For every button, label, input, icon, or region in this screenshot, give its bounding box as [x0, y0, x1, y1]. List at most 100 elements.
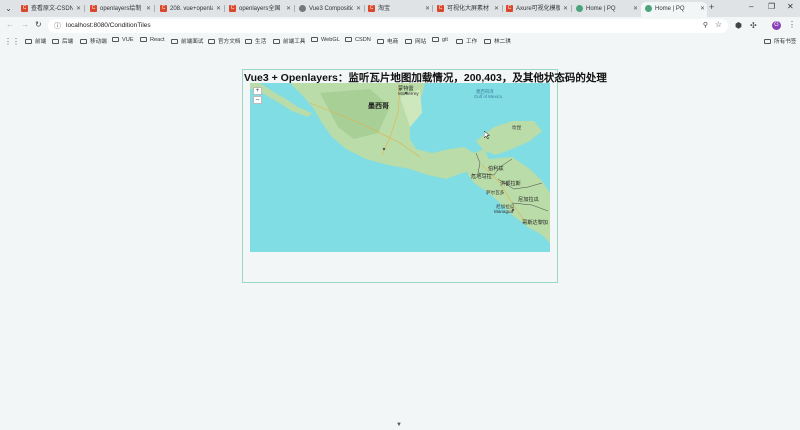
csdn-icon: C [21, 5, 28, 12]
bookmark-folder[interactable]: 林二琪 [484, 37, 511, 45]
bookmarks-bar: ⋮⋮ 前端 后端 移动端 VUE React 前端面试 官方文档 生活 前端工具… [0, 35, 800, 48]
bookmark-folder[interactable]: CSDN [345, 37, 371, 43]
csdn-icon: C [229, 5, 236, 12]
folder-icon [112, 37, 119, 42]
folder-icon [140, 37, 147, 42]
map-label-country: 危地马拉 [471, 174, 492, 180]
extension-pin-icon[interactable]: ⬢ [735, 21, 742, 30]
map-label-sea: Gulf of Mexico [474, 94, 503, 99]
minimize-icon[interactable]: – [749, 2, 753, 11]
scroll-down-arrow-icon[interactable]: ▼ [396, 422, 402, 428]
csdn-icon: C [506, 5, 513, 12]
folder-icon [345, 37, 352, 42]
tab-4[interactable]: C openlayers全国 ✕ [225, 2, 293, 17]
tab-search-icon[interactable]: ⌄ [3, 3, 14, 14]
tab-1[interactable]: C 查看原文-CSDN博客 ✕ [17, 2, 83, 17]
map-label-country: 哥斯达黎加 [522, 220, 548, 226]
csdn-icon: C [368, 5, 375, 12]
map-viewport[interactable]: 蒙特雷 Monterrey 墨西哥 墨西哥湾 Gulf of Mexico 坎昆… [250, 83, 550, 252]
close-icon[interactable]: ✕ [286, 3, 291, 16]
bookmark-folder[interactable]: git [432, 37, 448, 43]
folder-icon [764, 39, 771, 44]
folder-icon [80, 39, 87, 44]
bookmark-folder[interactable]: 移动端 [80, 37, 107, 45]
restore-icon[interactable]: ❐ [768, 2, 775, 11]
folder-icon [432, 37, 439, 42]
close-icon[interactable]: ✕ [494, 3, 499, 16]
globe-icon [299, 5, 306, 12]
bookmark-folder[interactable]: 后端 [52, 37, 73, 45]
folder-icon [273, 39, 280, 44]
close-icon[interactable]: ✕ [425, 3, 430, 16]
site-info-icon[interactable]: ⓘ [54, 21, 61, 31]
leaf-icon [645, 5, 652, 12]
map-label-city: Managua [494, 209, 514, 214]
all-bookmarks-folder[interactable]: 所有书签 [764, 37, 796, 45]
close-icon[interactable]: ✕ [356, 3, 361, 16]
bookmark-folder[interactable]: VUE [112, 37, 134, 43]
tab-8[interactable]: C Axure可视化模板 ✕ [502, 2, 570, 17]
close-icon[interactable]: ✕ [700, 3, 705, 16]
tab-3[interactable]: C 208. vue+openlayers ✕ [156, 2, 223, 17]
map-label: 坎昆 [512, 125, 522, 130]
tab-6[interactable]: C 淘宝 ✕ [364, 2, 432, 17]
bookmark-folder[interactable]: 电商 [377, 37, 398, 45]
folder-icon [245, 39, 252, 44]
mouse-cursor-icon [484, 131, 490, 139]
bookmark-folder[interactable]: WebGL [311, 37, 340, 43]
bookmark-folder[interactable]: 网站 [405, 37, 426, 45]
folder-icon [377, 39, 384, 44]
map-label-country: 墨西哥 [368, 103, 389, 110]
bookmark-folder[interactable]: 生活 [245, 37, 266, 45]
browser-tab-strip: ⌄ C 查看原文-CSDN博客 ✕ C openlayers绘制 ✕ C 208… [0, 0, 800, 17]
bookmark-folder[interactable]: 前端工具 [273, 37, 305, 45]
forward-icon[interactable]: → [21, 20, 29, 29]
tab-9[interactable]: Home | PQ ✕ [572, 2, 640, 17]
folder-icon [208, 39, 215, 44]
tab-2[interactable]: C openlayers绘制 ✕ [86, 2, 153, 17]
map-label-country: 尼加拉瓜 [518, 197, 539, 203]
map-label-country: 伯利兹 [488, 166, 504, 172]
folder-icon [171, 39, 178, 44]
csdn-icon: C [160, 5, 167, 12]
close-icon[interactable]: ✕ [216, 3, 221, 16]
extensions-icon[interactable]: ✣ [750, 21, 757, 30]
tab-5[interactable]: Vue3 Composition ✕ [295, 2, 363, 17]
map-zoom-control: + – [253, 87, 262, 105]
csdn-icon: C [437, 5, 444, 12]
new-tab-button[interactable]: + [709, 2, 714, 12]
folder-icon [52, 39, 59, 44]
bookmark-folder[interactable]: 前端面试 [171, 37, 203, 45]
map-label: 萨尔瓦多 [486, 190, 505, 195]
close-icon[interactable]: ✕ [146, 3, 151, 16]
apps-grid-icon[interactable]: ⋮⋮ [4, 37, 20, 46]
bookmark-folder[interactable]: React [140, 37, 165, 43]
folder-icon [25, 39, 32, 44]
bookmark-folder[interactable]: 前端 [25, 37, 46, 45]
reload-icon[interactable]: ↻ [35, 20, 42, 29]
map-tiles [250, 83, 550, 243]
close-icon[interactable]: ✕ [563, 3, 568, 16]
close-icon[interactable]: ✕ [76, 3, 81, 16]
map-label: Monterrey [398, 91, 419, 96]
bookmark-folder[interactable]: 官方文档 [208, 37, 240, 45]
tab-10-active[interactable]: Home | PQ ✕ [641, 2, 707, 17]
window-close-icon[interactable]: ✕ [787, 2, 794, 11]
back-icon[interactable]: ← [6, 20, 14, 29]
profile-avatar[interactable]: G [772, 21, 781, 30]
folder-icon [311, 37, 318, 42]
csdn-icon: C [90, 5, 97, 12]
zoom-icon[interactable]: ⚲ [703, 21, 708, 29]
folder-icon [405, 39, 412, 44]
map-label-country: 洪都拉斯 [500, 181, 521, 187]
zoom-in-button[interactable]: + [253, 87, 262, 95]
close-icon[interactable]: ✕ [633, 3, 638, 16]
menu-icon[interactable]: ⋮ [788, 20, 796, 29]
bookmark-star-icon[interactable]: ☆ [715, 20, 722, 29]
browser-toolbar: ← → ↻ ⓘ localhost:8080/ConditionTiles ⚲ … [0, 17, 800, 35]
zoom-out-button[interactable]: – [253, 96, 262, 104]
bookmark-folder[interactable]: 工作 [456, 37, 477, 45]
url-text[interactable]: localhost:8080/ConditionTiles [66, 22, 151, 29]
tab-7[interactable]: C 可视化大屏素材 ✕ [433, 2, 501, 17]
address-bar[interactable]: ⓘ localhost:8080/ConditionTiles ⚲ ☆ [48, 19, 728, 33]
